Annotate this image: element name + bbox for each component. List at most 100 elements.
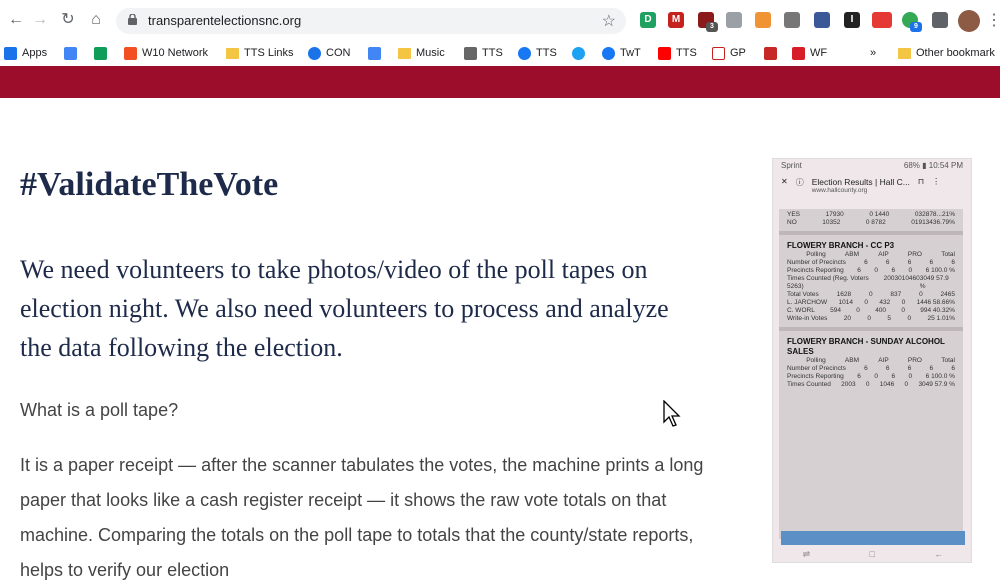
bookmark-apps[interactable]: Apps: [4, 44, 47, 62]
bookmark-calendar[interactable]: [368, 44, 381, 62]
close-icon: ✕: [781, 177, 788, 186]
section2-title: FLOWERY BRANCH - SUNDAY ALCOHOL SALES: [787, 337, 945, 356]
table-cell: 0: [865, 381, 870, 388]
table-cell: 0: [856, 307, 860, 314]
url-text: transparentelectionsnc.org: [148, 13, 302, 28]
more-icon: ⋮: [932, 177, 941, 186]
reload-icon[interactable]: ↻: [58, 10, 78, 30]
bookmark-tts-facebook[interactable]: TTS: [518, 44, 557, 62]
table-cell: 6: [885, 365, 890, 372]
phone-screenshot: Sprint 68% ▮ 10:54 PM ✕ ⓘ Election Resul…: [772, 158, 972, 563]
puzzle-extension-icon[interactable]: [814, 12, 830, 28]
youtube-icon: [658, 46, 671, 60]
table-cell: 3049 57.9 %: [919, 275, 949, 290]
table-cell: 6: [907, 259, 912, 266]
avatar[interactable]: [958, 10, 980, 32]
bookmark-twitter[interactable]: [572, 44, 585, 62]
more-menu-icon[interactable]: ⋮: [986, 10, 1000, 30]
back-arrow-icon: ←: [934, 549, 944, 559]
bookmark-con[interactable]: CON: [308, 44, 350, 62]
wf-icon: [792, 46, 805, 60]
table-cell: 0: [868, 291, 873, 298]
table-cell: PRO: [907, 251, 922, 258]
bookmark-drive[interactable]: [94, 44, 107, 62]
table-cell: 6: [929, 259, 934, 266]
phone-blue-bar: [781, 531, 965, 545]
section1-title: FLOWERY BRANCH - CC P3: [787, 241, 895, 250]
home-icon[interactable]: ⌂: [86, 10, 106, 30]
table-row: Precincts Reporting 6 0 6 0 6 100.0 %: [787, 373, 955, 381]
section1-rows: Polling ABM AIP PRO Total Number of Precincts…: [787, 251, 955, 323]
table-cell: 25 1.01%: [927, 315, 955, 322]
mouse-cursor-icon: [663, 400, 681, 427]
table-cell: 032878...21%: [914, 211, 955, 218]
bookmark-other[interactable]: Other bookmark: [898, 44, 995, 62]
forward-icon[interactable]: →: [30, 10, 50, 30]
table-cell: 6: [864, 365, 868, 372]
section-question: What is a poll tape?: [20, 400, 179, 420]
page-icon: [464, 46, 477, 60]
info-extension-icon[interactable]: I: [844, 12, 860, 28]
bookmark-wf[interactable]: WF: [792, 44, 827, 62]
back-icon[interactable]: ←: [6, 10, 26, 30]
extension-badge: 9: [910, 22, 922, 32]
table-row: Times Counted (Reg. Voters 5263) 2003 0 104…: [787, 275, 955, 291]
bulb-extension-icon[interactable]: [784, 12, 800, 28]
table-cell: ABM: [844, 251, 860, 258]
table-cell: PRO: [907, 357, 922, 364]
lead-paragraph: We need volunteers to take photos/video …: [20, 255, 669, 362]
gmail-icon: [712, 46, 725, 60]
table-cell: C. WORL: [787, 307, 815, 314]
table-cell: 0: [867, 315, 872, 322]
results-top-rows: YES 17930 0 1440 032878...21% NO 10352 0 8782 0…: [787, 211, 955, 227]
phone-nav-bar: ⇌ □ ←: [773, 549, 971, 562]
bookmark-google[interactable]: [64, 44, 77, 62]
table-row: Number of Precincts 6 6 6 6 6: [787, 259, 955, 267]
recents-icon: ⇌: [802, 549, 811, 559]
bookmark-music[interactable]: Music: [398, 44, 445, 62]
table-row: YES 17930 0 1440 032878...21%: [787, 211, 955, 219]
bookmark-star-icon[interactable]: ☆: [602, 11, 616, 31]
section2-rows: Polling ABM AIP PRO Total Number of Precincts…: [787, 357, 955, 389]
table-row: Write-in Votes 20 0 5 0 25 1.01%: [787, 315, 955, 323]
table-cell: 1046: [879, 381, 895, 388]
table-cell: 0: [919, 291, 923, 298]
table-cell: 0: [904, 381, 909, 388]
election-results-table: YES 17930 0 1440 032878...21% NO 10352 0 8782 0…: [779, 209, 963, 539]
table-cell: 0: [901, 307, 905, 314]
bookmark-twt[interactable]: TwT: [602, 44, 641, 62]
calendar-icon: [368, 46, 381, 60]
table-cell: 17930: [825, 211, 844, 218]
table-cell: Number of Precincts: [787, 259, 846, 266]
table-cell: 01913436.79%: [911, 219, 955, 226]
bookmark-tts-youtube[interactable]: TTS: [658, 44, 697, 62]
bookmark-tts-links[interactable]: TTS Links: [226, 44, 294, 62]
windows-icon: [124, 46, 137, 60]
folder-icon: [226, 47, 239, 59]
table-row: Times Counted 2003 0 1046 0 3049 57.9 %: [787, 381, 955, 389]
news-extension-icon[interactable]: [872, 12, 892, 28]
bookmark-w10-network[interactable]: W10 Network: [124, 44, 208, 62]
bookmark-tool[interactable]: [764, 44, 777, 62]
browser-toolbar: ← → ↻ ⌂ transparentelectionsnc.org ☆ D M…: [0, 0, 1000, 40]
extension-badge: 3: [706, 22, 718, 32]
body-paragraph: It is a paper receipt — after the scanne…: [20, 455, 704, 580]
table-cell: AIP: [878, 357, 889, 364]
table-cell: 400: [875, 307, 887, 314]
bookmark-gp[interactable]: GP: [712, 44, 746, 62]
address-bar[interactable]: transparentelectionsnc.org ☆: [116, 8, 626, 34]
bookmark-tts-page[interactable]: TTS: [464, 44, 503, 62]
google-icon: [64, 46, 77, 60]
table-cell: Polling: [806, 357, 826, 364]
table-row: NO 10352 0 8782 01913436.79%: [787, 219, 955, 227]
extensions-puzzle-icon[interactable]: [932, 12, 948, 28]
table-cell: 1446 58.66%: [916, 299, 955, 306]
chat-extension-icon[interactable]: [726, 12, 742, 28]
table-cell: 6: [891, 267, 896, 274]
bookmarks-overflow[interactable]: »: [870, 44, 876, 62]
gmail-extension-icon[interactable]: M: [668, 12, 684, 28]
extension-icon[interactable]: D: [640, 12, 656, 28]
table-row: Polling ABM AIP PRO Total: [787, 251, 955, 259]
table-cell: Total: [941, 251, 955, 258]
rss-extension-icon[interactable]: [755, 12, 771, 28]
